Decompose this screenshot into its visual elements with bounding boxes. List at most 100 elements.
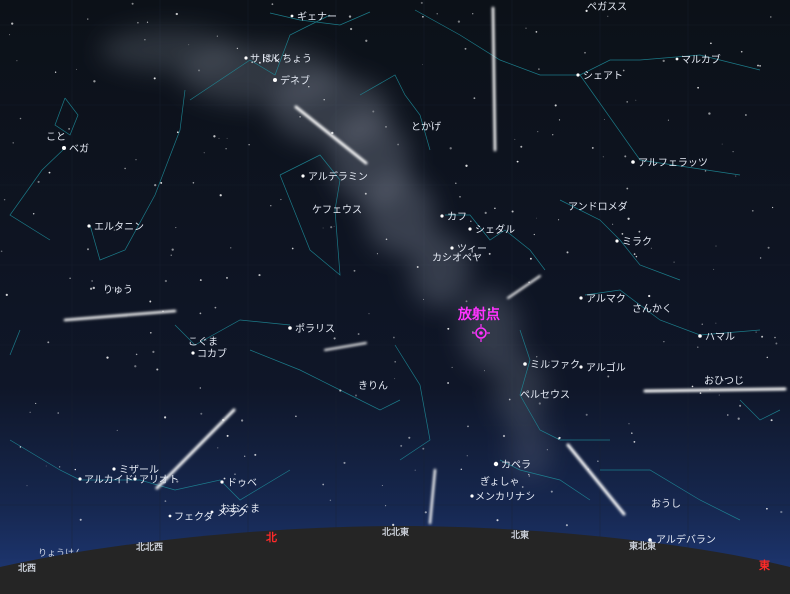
faint-star	[465, 164, 468, 167]
radiant-label: 放射点	[457, 306, 500, 323]
star-label: ベガ	[69, 143, 89, 155]
faint-star	[154, 183, 157, 187]
constellation-label: カシオペヤ	[432, 252, 482, 264]
faint-star	[648, 294, 651, 298]
faint-star	[710, 42, 712, 45]
faint-star	[393, 336, 395, 339]
faint-star	[551, 133, 554, 136]
faint-star	[79, 518, 82, 521]
faint-star	[226, 137, 228, 139]
faint-star	[436, 13, 438, 15]
faint-star	[508, 398, 511, 401]
constellation-label: さんかく	[632, 303, 672, 315]
star-label: アルカイド	[84, 474, 134, 486]
faint-star	[230, 247, 232, 249]
faint-star	[770, 16, 772, 18]
direction-label: 北北東	[382, 526, 409, 538]
faint-star	[602, 156, 604, 158]
faint-star	[744, 114, 747, 116]
faint-star	[528, 473, 530, 476]
faint-star	[739, 404, 742, 407]
faint-star	[299, 115, 302, 118]
faint-star	[385, 126, 387, 128]
faint-star	[236, 47, 239, 50]
faint-star	[213, 135, 216, 138]
faint-star	[171, 248, 174, 251]
faint-star	[472, 13, 474, 15]
faint-star	[538, 68, 540, 70]
constellation-label: とかげ	[411, 121, 441, 133]
faint-star	[400, 444, 403, 447]
faint-star	[381, 485, 383, 487]
faint-star	[188, 44, 190, 46]
faint-star	[372, 110, 375, 113]
faint-star	[770, 419, 773, 422]
faint-star	[9, 34, 11, 36]
faint-star	[607, 375, 610, 378]
faint-star	[626, 187, 629, 190]
faint-star	[45, 465, 47, 467]
faint-star	[57, 412, 59, 414]
star-label: デネブ	[280, 74, 310, 87]
faint-star	[223, 477, 226, 480]
faint-star	[26, 485, 28, 487]
faint-star	[473, 97, 476, 100]
faint-star	[538, 402, 541, 405]
faint-star	[775, 342, 778, 345]
faint-star	[771, 206, 774, 209]
faint-star	[116, 429, 118, 431]
constellation-label: ぎょしゃ	[480, 475, 520, 488]
faint-star	[740, 50, 743, 53]
faint-star	[74, 468, 76, 471]
faint-star	[511, 210, 514, 213]
faint-star	[421, 63, 423, 65]
star-label: ミルファク	[530, 359, 580, 371]
faint-star	[134, 365, 137, 368]
star-label: アルゴル	[586, 361, 626, 374]
faint-star	[355, 394, 357, 397]
faint-star	[3, 198, 6, 201]
faint-star	[271, 3, 274, 6]
faint-star	[92, 286, 95, 290]
faint-star	[424, 511, 427, 514]
faint-star	[385, 238, 388, 241]
faint-star	[496, 519, 499, 522]
faint-star	[780, 510, 783, 514]
faint-star	[697, 346, 699, 348]
faint-star	[35, 402, 37, 404]
faint-star	[422, 15, 424, 18]
constellation-label: はくちょう	[262, 53, 312, 65]
faint-star	[585, 413, 588, 416]
direction-label-east: 東	[759, 558, 771, 572]
faint-star	[199, 312, 202, 315]
faint-star	[584, 51, 586, 54]
star-label: アルデラミン	[308, 170, 368, 183]
star-label: アルマク	[586, 293, 626, 305]
faint-star	[175, 227, 177, 229]
faint-star	[329, 499, 332, 502]
faint-star	[628, 423, 630, 425]
faint-star	[484, 211, 487, 215]
faint-star	[558, 119, 561, 121]
faint-star	[59, 466, 61, 468]
faint-star	[767, 246, 770, 249]
faint-star	[449, 147, 452, 150]
faint-star	[718, 394, 720, 396]
faint-star	[175, 12, 178, 16]
faint-star	[164, 279, 168, 283]
faint-star	[536, 217, 537, 219]
faint-star	[603, 118, 605, 121]
faint-star	[203, 152, 205, 154]
faint-star	[612, 223, 614, 225]
faint-star	[322, 227, 324, 229]
faint-star	[537, 131, 539, 133]
faint-star	[691, 385, 694, 388]
faint-star	[258, 274, 261, 277]
faint-star	[11, 22, 14, 25]
faint-star	[422, 447, 425, 450]
faint-star	[663, 341, 665, 343]
faint-star	[170, 254, 172, 256]
star-label: エルタニン	[94, 221, 144, 233]
faint-star	[759, 257, 762, 259]
faint-star	[68, 128, 70, 130]
